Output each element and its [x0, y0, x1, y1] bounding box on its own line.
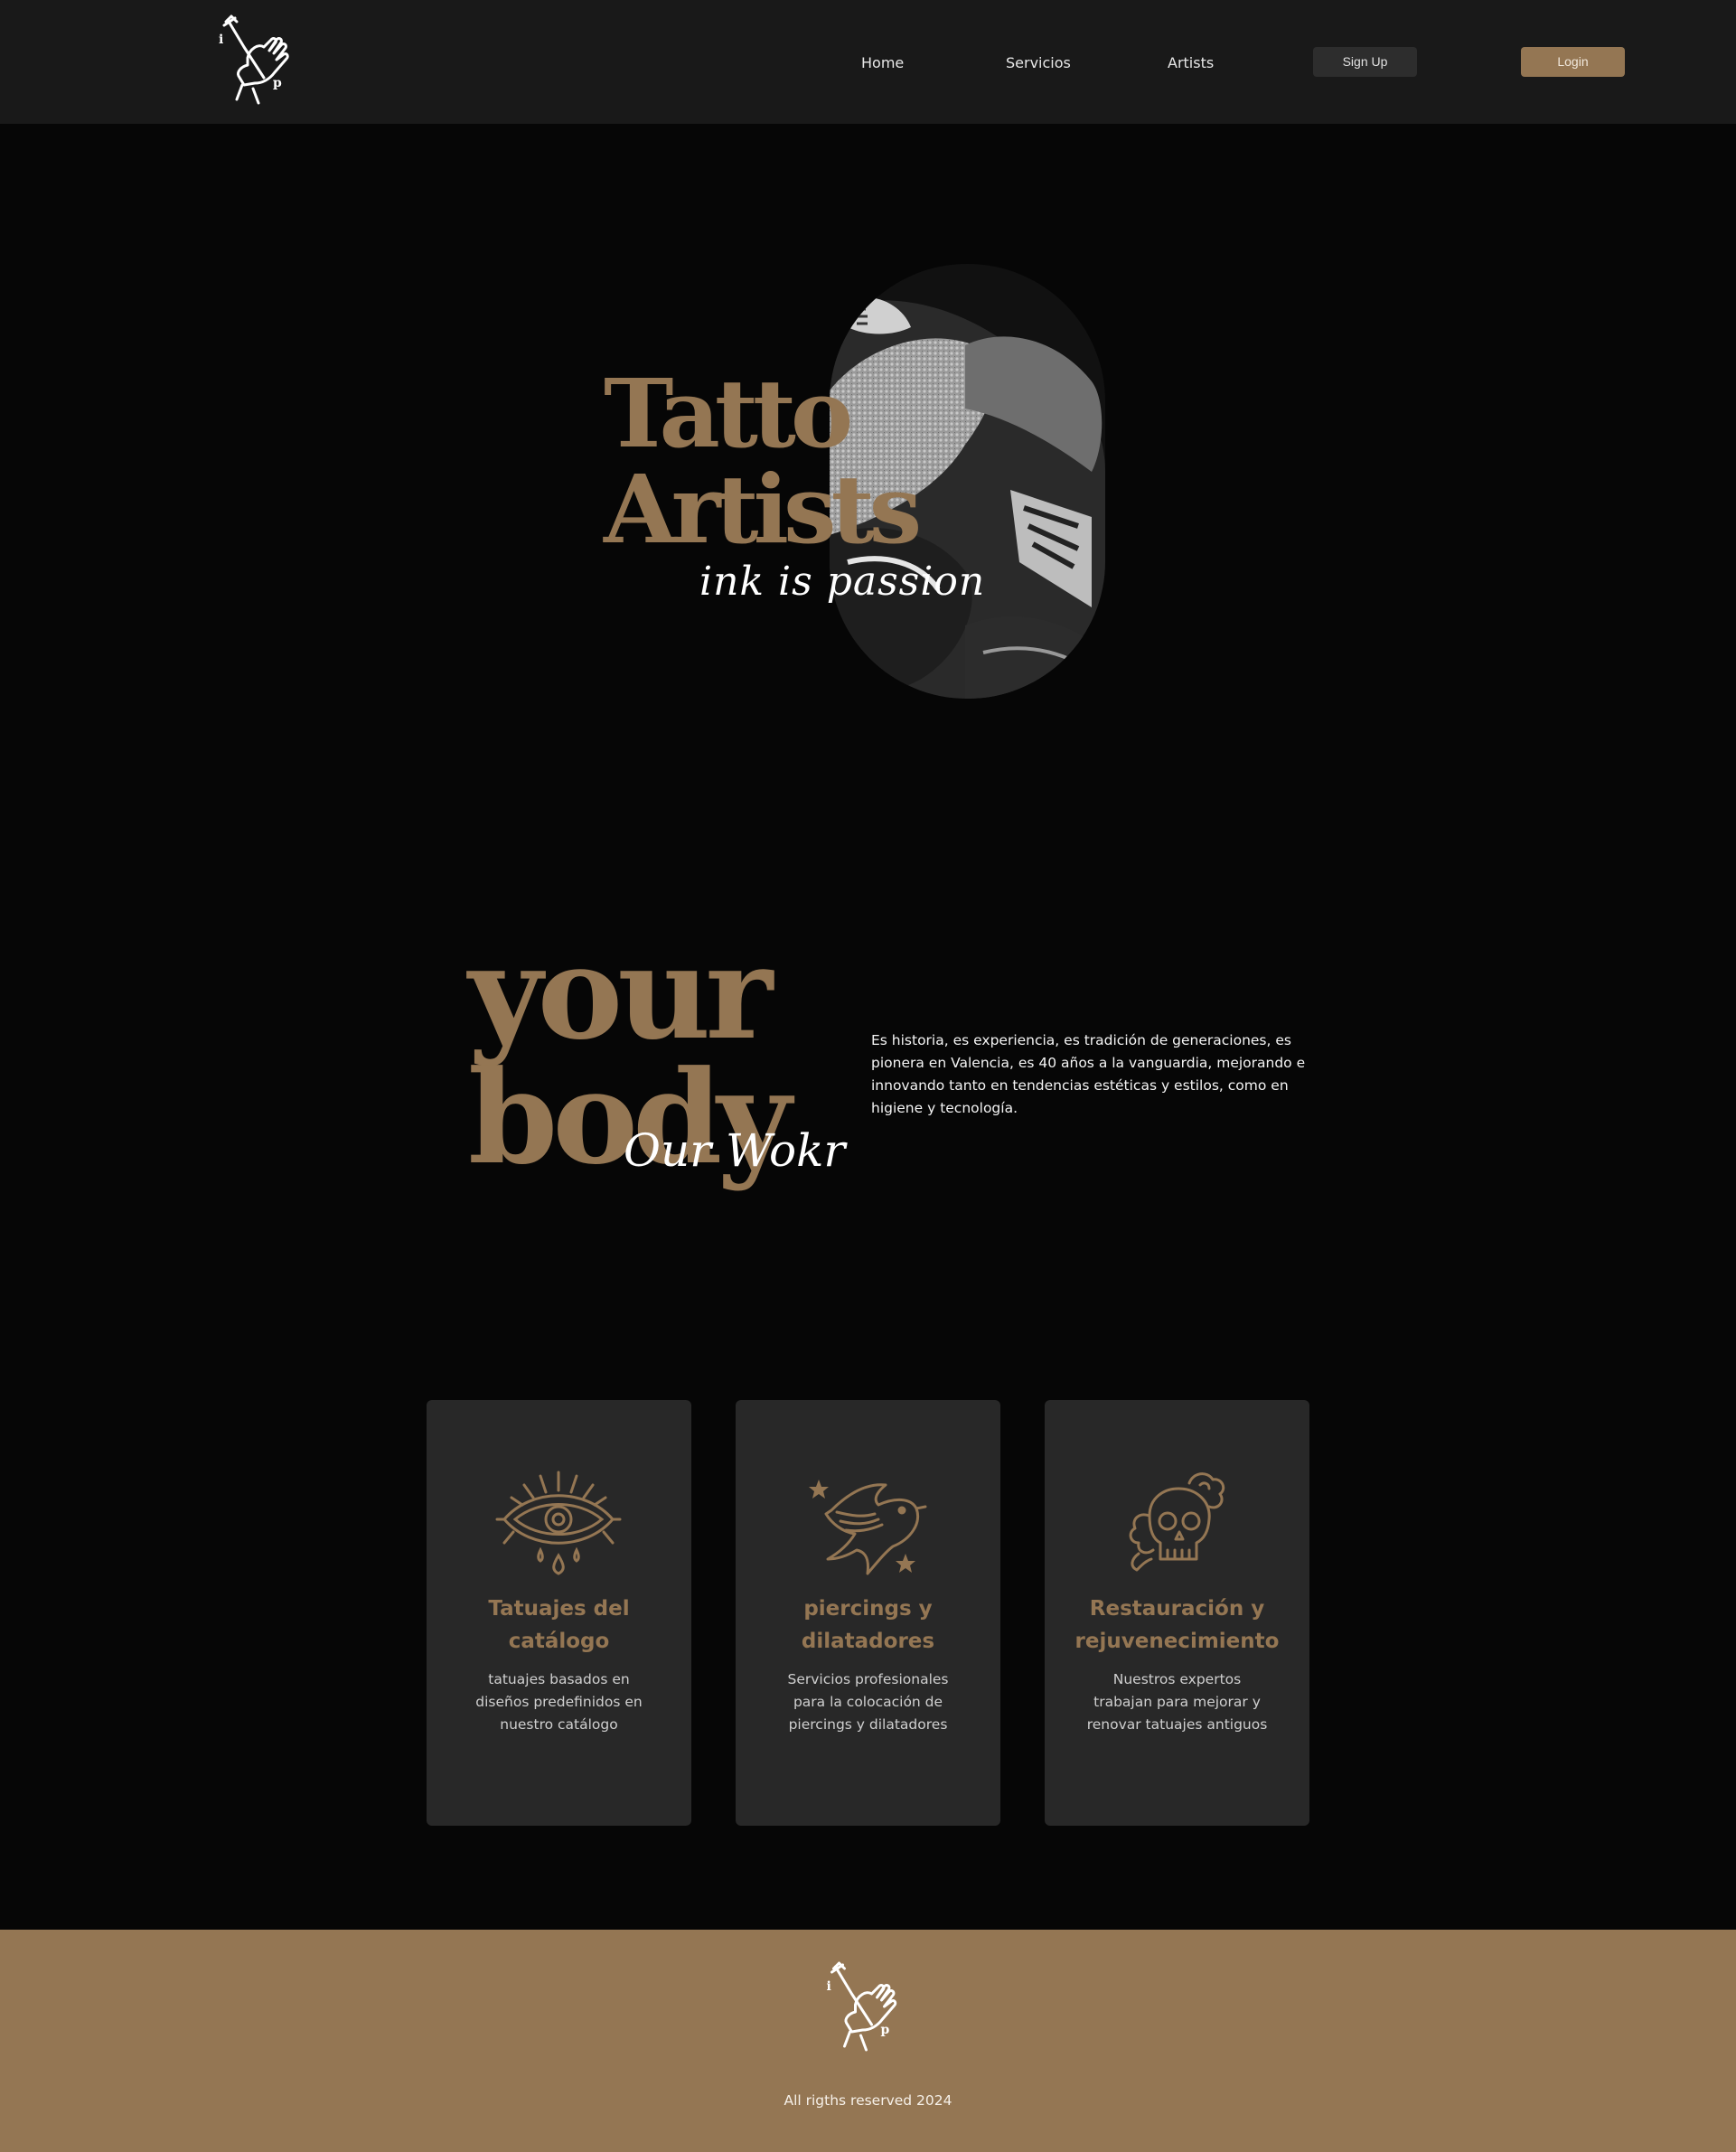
- login-button[interactable]: Login: [1521, 47, 1625, 77]
- card-description: tatuajes basados en diseños predefinidos…: [475, 1671, 643, 1733]
- hero-title: Tatto Artists: [604, 358, 922, 565]
- logo-hand-dagger-icon[interactable]: i p: [217, 13, 303, 112]
- footer-logo-hand-dagger-icon: i p: [822, 1959, 913, 2059]
- eye-icon: [495, 1465, 622, 1583]
- svg-text:p: p: [881, 2023, 890, 2037]
- card-description: Nuestros expertos trabajan para mejorar …: [1086, 1671, 1268, 1733]
- swallow-icon: [804, 1465, 931, 1583]
- skull-icon: [1113, 1465, 1240, 1583]
- signup-button[interactable]: Sign Up: [1313, 47, 1417, 77]
- card-title: piercings y dilatadores: [801, 1597, 935, 1653]
- nav-link-servicios[interactable]: Servicios: [1006, 53, 1071, 73]
- svg-text:p: p: [273, 76, 282, 90]
- nav-link-artists[interactable]: Artists: [1168, 53, 1214, 73]
- footer-copyright: All rigths reserved 2024: [784, 2092, 952, 2109]
- nav-link-home[interactable]: Home: [861, 53, 904, 73]
- service-card-restauracion[interactable]: Restauración y rejuvenecimiento Nuestros…: [1045, 1400, 1309, 1826]
- hero-title-line1: Tatto: [604, 358, 853, 469]
- work-subtitle: Our Wokr: [624, 1124, 846, 1177]
- card-title: Restauración y rejuvenecimiento: [1074, 1597, 1280, 1653]
- hero-title-line2: Artists: [604, 454, 922, 565]
- hero-tagline: ink is passion: [699, 559, 986, 605]
- footer: i p All rigths reserved 2024: [0, 1930, 1736, 2152]
- navbar: i p Home Servicios Artists Sign Up Login: [0, 0, 1736, 124]
- svg-text:i: i: [827, 1979, 831, 1994]
- card-description: Servicios profesionales para la colocaci…: [787, 1671, 949, 1733]
- svg-text:i: i: [219, 33, 223, 47]
- service-card-piercings[interactable]: piercings y dilatadores Servicios profes…: [736, 1400, 1000, 1826]
- card-title: Tatuajes del catálogo: [488, 1597, 630, 1653]
- service-card-tatuajes[interactable]: Tatuajes del catálogo tatuajes basados e…: [427, 1400, 691, 1826]
- work-description: Es historia, es experiencia, es tradició…: [871, 1032, 1306, 1116]
- work-title-line1: your: [468, 918, 773, 1068]
